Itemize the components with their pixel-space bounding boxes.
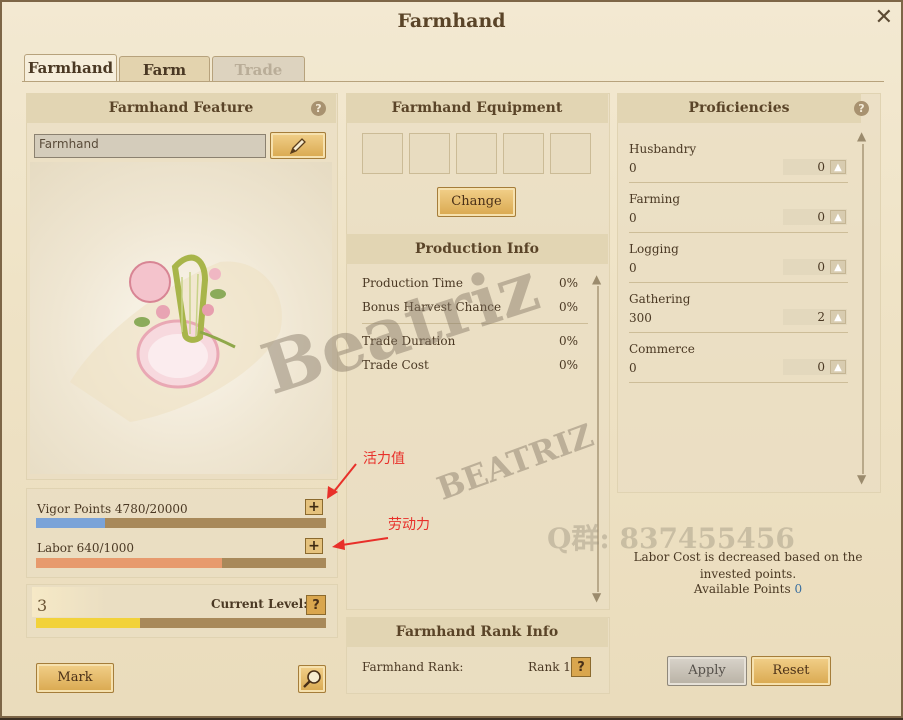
annotation-arrows xyxy=(327,463,389,550)
watermark-qq: Q群: 837455456 xyxy=(547,522,795,555)
farmhand-window: Farmhand ✕ Farmhand Farm Trade Farmhand … xyxy=(0,0,903,718)
